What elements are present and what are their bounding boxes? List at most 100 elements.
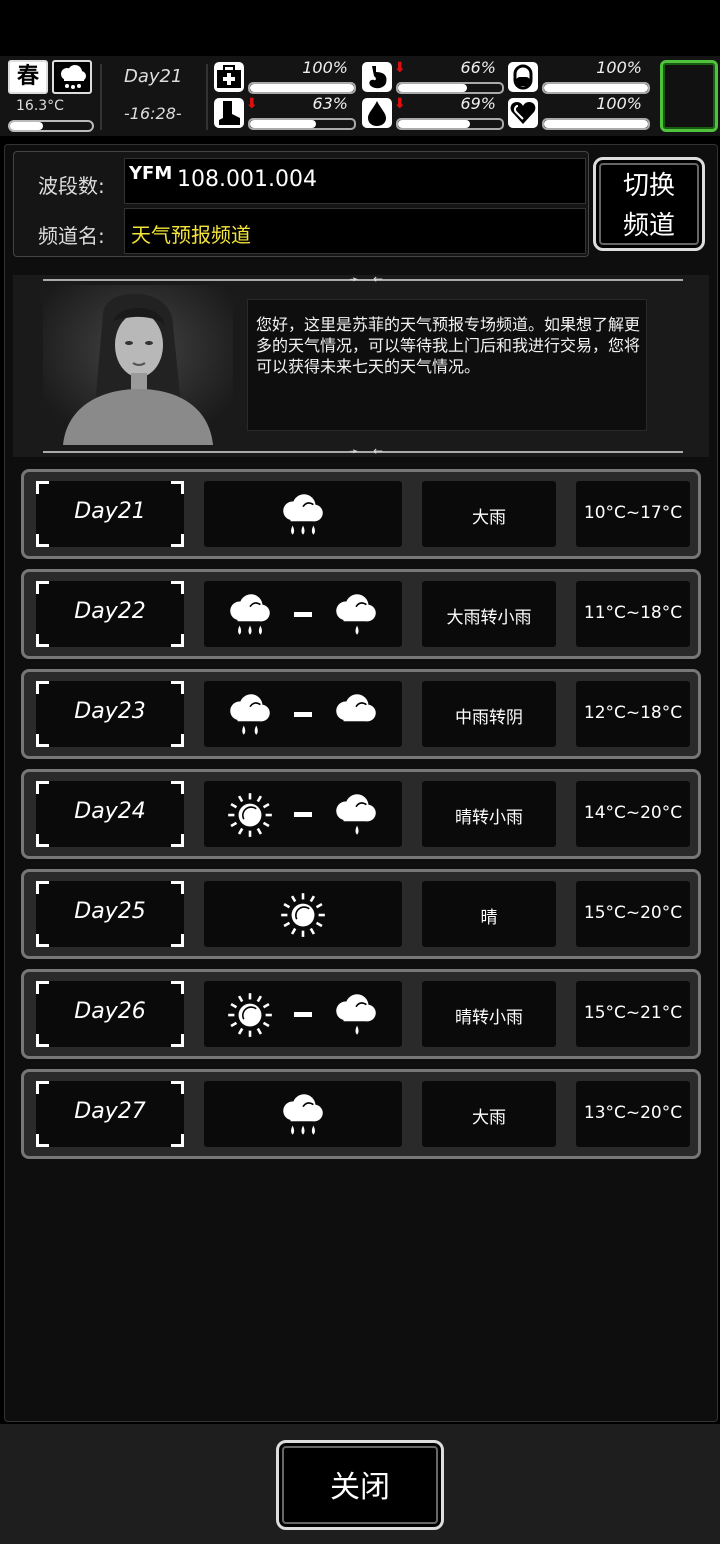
quick-slot-button[interactable] <box>660 60 718 132</box>
sunny-icon <box>281 893 325 937</box>
status-hud: 春 16.3°C Day21 -16:28- 100% ⬇ 66% 100% ⬇… <box>0 56 720 136</box>
close-button[interactable]: 关闭 <box>276 1440 444 1530</box>
stat-value: 100% <box>596 94 642 113</box>
decline-arrow-icon: ⬇ <box>394 60 406 76</box>
stat-stamina: ⬇ 63% <box>214 94 356 130</box>
stat-heart: 100% <box>508 94 650 130</box>
forecast-day-cell: Day21 <box>36 481 184 547</box>
forecast-icon-cell <box>204 981 402 1047</box>
stat-value: 63% <box>312 94 348 113</box>
channel-value: 天气预报频道 <box>131 223 251 247</box>
stat-hunger: ⬇ 66% <box>362 58 504 94</box>
light-rain-icon <box>336 794 376 835</box>
forecast-temp: 15°C~20°C <box>583 903 683 923</box>
forecast-desc: 大雨 <box>472 508 506 528</box>
forecast-row: Day23 中雨转阴 12°C~18°C <box>21 669 701 759</box>
stat-health: 100% <box>214 58 356 94</box>
light-rain-icon <box>336 994 376 1035</box>
temperature-bar <box>8 120 94 132</box>
forecast-day-cell: Day23 <box>36 681 184 747</box>
forecast-temp: 14°C~20°C <box>583 803 683 823</box>
forecast-icon-cell <box>204 1081 402 1147</box>
forecast-desc: 中雨转阴 <box>455 708 523 728</box>
forecast-icon-cell <box>204 881 402 947</box>
light-rain-icon <box>336 594 376 635</box>
antenna-fm-icon: YFM <box>129 163 173 184</box>
announcer-portrait <box>43 285 233 445</box>
forecast-day: Day22 <box>74 599 146 624</box>
forecast-row: Day24 晴转小雨 14°C~20°C <box>21 769 701 859</box>
announcer-message-box: 您好，这里是苏菲的天气预报专场频道。如果想了解更多的天气情况，可以等待我上门后和… <box>247 299 647 431</box>
stat-value: 100% <box>302 58 348 77</box>
announcer-banner: ➛ ← 您好，这里是苏菲的天气预报专场频道。如果想了解更多的天气情况，可以等待我上… <box>13 275 709 457</box>
forecast-desc: 大雨转小雨 <box>446 608 532 628</box>
heavy-rain-icon <box>283 494 323 535</box>
forecast-temp: 10°C~17°C <box>583 503 683 523</box>
transition-dash <box>294 611 312 617</box>
stat-bar <box>542 82 650 94</box>
cloudy-icon <box>336 694 376 722</box>
footer-bar: 关闭 <box>0 1424 720 1544</box>
forecast-day: Day23 <box>74 699 146 724</box>
stat-bar <box>248 118 356 130</box>
heavy-rain-icon <box>230 594 270 635</box>
current-weather-heavy-rain-icon <box>52 60 92 94</box>
season-badge: 春 <box>8 60 48 94</box>
forecast-desc: 晴转小雨 <box>455 1008 523 1028</box>
forecast-day: Day25 <box>74 899 146 924</box>
stat-bar <box>542 118 650 130</box>
forecast-desc-cell: 晴转小雨 <box>422 781 556 847</box>
forecast-desc: 晴转小雨 <box>455 808 523 828</box>
transition-dash <box>294 811 312 817</box>
switch-channel-button[interactable]: 切换 频道 <box>593 157 705 251</box>
switch-label-line1: 切换 <box>622 171 675 201</box>
forecast-row: Day27 大雨 13°C~20°C <box>21 1069 701 1159</box>
forecast-icon-cell <box>204 581 402 647</box>
temperature-readout: 16.3°C <box>16 98 64 114</box>
sunny-icon <box>228 793 272 837</box>
forecast-temp-cell: 10°C~17°C <box>576 481 690 547</box>
forecast-temp: 12°C~18°C <box>583 703 683 723</box>
channel-label: 频道名: <box>38 224 105 248</box>
stat-mood: 100% <box>508 58 650 94</box>
heavy-rain-icon <box>283 1094 323 1135</box>
forecast-desc: 晴 <box>480 908 498 928</box>
stat-value: 69% <box>460 94 496 113</box>
announcer-message: 您好，这里是苏菲的天气预报专场频道。如果想了解更多的天气情况，可以等待我上门后和… <box>256 315 641 376</box>
forecast-day-cell: Day27 <box>36 1081 184 1147</box>
forecast-temp-cell: 15°C~21°C <box>576 981 690 1047</box>
stomach-icon <box>362 62 392 92</box>
forecast-temp-cell: 14°C~20°C <box>576 781 690 847</box>
band-value: 108.001.004 <box>177 167 317 192</box>
stat-thirst: ⬇ 69% <box>362 94 504 130</box>
forecast-day-cell: Day22 <box>36 581 184 647</box>
pill-icon <box>508 62 538 92</box>
forecast-row: Day26 晴转小雨 15°C~21°C <box>21 969 701 1059</box>
stat-value: 100% <box>596 58 642 77</box>
forecast-desc-cell: 晴 <box>422 881 556 947</box>
forecast-day-cell: Day25 <box>36 881 184 947</box>
transition-dash <box>294 711 312 717</box>
forecast-day-cell: Day26 <box>36 981 184 1047</box>
band-display: YFM 108.001.004 <box>124 158 586 204</box>
forecast-day: Day24 <box>74 799 146 824</box>
forecast-day: Day21 <box>74 499 146 524</box>
forecast-day-cell: Day24 <box>36 781 184 847</box>
forecast-temp-cell: 12°C~18°C <box>576 681 690 747</box>
medkit-icon <box>214 62 244 92</box>
forecast-desc-cell: 大雨 <box>422 481 556 547</box>
forecast-temp: 15°C~21°C <box>583 1003 683 1023</box>
decline-arrow-icon: ⬇ <box>246 96 258 112</box>
channel-display: 天气预报频道 <box>124 208 586 254</box>
forecast-icon-cell <box>204 681 402 747</box>
forecast-desc-cell: 中雨转阴 <box>422 681 556 747</box>
radio-panel: 波段数: YFM 108.001.004 频道名: 天气预报频道 切换 频道 ➛… <box>4 144 718 1422</box>
forecast-desc: 大雨 <box>472 1108 506 1128</box>
moderate-rain-icon <box>230 694 270 735</box>
frequency-panel: 波段数: YFM 108.001.004 频道名: 天气预报频道 <box>13 151 589 257</box>
heart-icon <box>508 98 538 128</box>
forecast-day: Day26 <box>74 999 146 1024</box>
current-day: Day21 <box>124 66 183 87</box>
forecast-desc-cell: 晴转小雨 <box>422 981 556 1047</box>
forecast-icon-cell <box>204 781 402 847</box>
